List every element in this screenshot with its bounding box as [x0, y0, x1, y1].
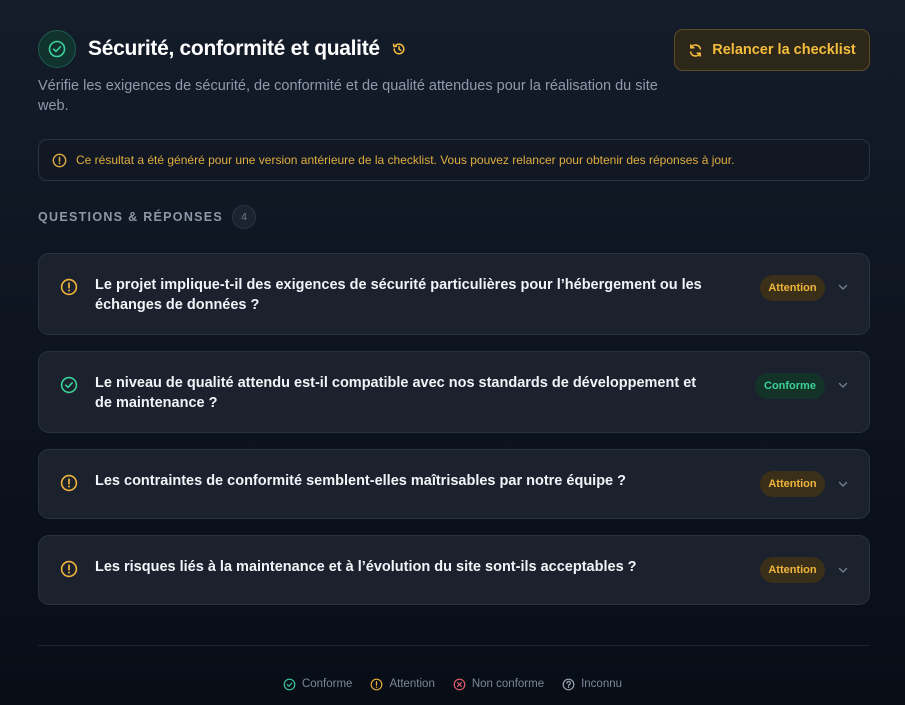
question-card-3[interactable]: Les contraintes de conformité semblent-e…: [38, 449, 870, 519]
section-title: QUESTIONS & RÉPONSES: [38, 210, 224, 224]
history-icon[interactable]: [392, 42, 406, 56]
page-title: Sécurité, conformité et qualité: [88, 36, 380, 60]
x-circle-icon: [453, 678, 466, 690]
legend-item-conforme: Conforme: [283, 678, 353, 691]
legend-label: Non conforme: [471, 678, 545, 690]
outdated-notice-text: Ce résultat a été généré pour une versio…: [76, 153, 735, 167]
checklist-panel: Sécurité, conformité et qualité Vérifie …: [0, 0, 905, 705]
chevron-down-icon[interactable]: [837, 281, 849, 293]
warning-circle-icon: [60, 560, 78, 583]
warning-circle-icon: [371, 678, 383, 690]
legend-item-attention: Attention: [370, 678, 435, 691]
chevron-down-icon[interactable]: [837, 379, 849, 391]
chevron-down-icon[interactable]: [837, 564, 849, 576]
page-subtitle: Vérifie les exigences de sécurité, de co…: [38, 78, 658, 114]
rerun-checklist-label: Relancer la checklist: [712, 42, 856, 58]
legend-label: Conforme: [301, 678, 353, 690]
warning-circle-icon: [60, 278, 78, 301]
warning-circle-icon: [60, 474, 78, 497]
legend-item-non-conforme: Non conforme: [453, 678, 544, 691]
status-badge: Attention: [760, 275, 825, 301]
question-text: Le niveau de qualité attendu est-il comp…: [95, 375, 697, 411]
header: Sécurité, conformité et qualité Vérifie …: [38, 29, 870, 119]
question-count-badge: 4: [232, 205, 257, 229]
status-badge: Attention: [760, 557, 825, 583]
refresh-icon: [690, 43, 702, 57]
chevron-down-icon[interactable]: [837, 478, 849, 490]
rerun-checklist-button[interactable]: Relancer la checklist: [674, 29, 870, 71]
divider: [38, 645, 870, 646]
section-header: QUESTIONS & RÉPONSES 4: [38, 205, 257, 229]
info-warning-icon: [52, 153, 67, 167]
legend-label: Inconnu: [581, 678, 623, 690]
shield-check-icon: [38, 29, 76, 68]
legend-label: Attention: [389, 678, 435, 690]
status-badge: Conforme: [755, 373, 825, 399]
question-text: Les contraintes de conformité semblent-e…: [95, 473, 627, 489]
check-circle-icon: [60, 376, 78, 399]
question-card-2[interactable]: Le niveau de qualité attendu est-il comp…: [38, 351, 870, 433]
question-circle-icon: [562, 678, 575, 690]
legend-item-inconnu: Inconnu: [562, 678, 622, 691]
status-legend: Conforme Attention Non conforme Inconnu: [0, 675, 905, 693]
question-card-1[interactable]: Le projet implique-t-il des exigences de…: [38, 253, 870, 335]
check-circle-icon: [283, 678, 296, 690]
outdated-notice: Ce résultat a été généré pour une versio…: [38, 139, 870, 181]
question-card-4[interactable]: Les risques liés à la maintenance et à l…: [38, 535, 870, 605]
question-text: Les risques liés à la maintenance et à l…: [95, 559, 637, 575]
status-badge: Attention: [760, 471, 825, 497]
question-text: Le projet implique-t-il des exigences de…: [95, 277, 702, 313]
